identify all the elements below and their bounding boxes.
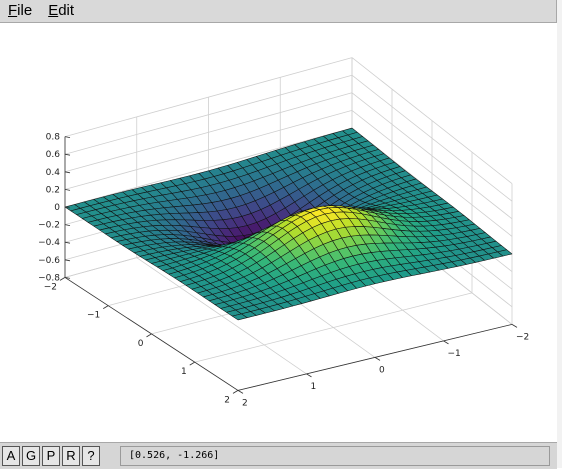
menu-edit-rest: dit <box>58 2 75 19</box>
z-tick-mark <box>64 136 71 138</box>
x-tick-label: 2 <box>224 395 230 405</box>
menu-file[interactable]: File <box>0 0 40 22</box>
y-tick-mark <box>443 340 449 345</box>
x-tick-mark <box>146 333 152 338</box>
toolbar-button-help[interactable]: ? <box>82 446 100 466</box>
z-tick-label: −0.6 <box>38 256 60 266</box>
x-tick-label: −1 <box>87 311 100 321</box>
z-tick-mark <box>64 259 71 262</box>
z-tick-label: −0.2 <box>38 221 60 231</box>
z-tick-mark <box>64 171 71 174</box>
x-tick-label: 1 <box>181 367 187 377</box>
y-tick-mark <box>306 373 312 378</box>
y-tick-label: −1 <box>448 349 461 359</box>
menu-file-rest: ile <box>17 2 33 19</box>
y-tick-mark <box>374 357 381 361</box>
x-tick-label: −2 <box>44 282 57 292</box>
menu-bar: File Edit <box>0 0 557 23</box>
z-tick-mark <box>64 189 71 191</box>
y-tick-mark <box>237 390 244 394</box>
y-tick-label: 2 <box>242 398 248 408</box>
menu-file-mnemonic: F <box>8 2 18 19</box>
x-tick-mark <box>103 305 109 309</box>
z-tick-label: −0.4 <box>38 238 60 248</box>
toolbar-button-g[interactable]: G <box>22 446 40 466</box>
z-tick-label: 0.8 <box>46 133 61 143</box>
plot-area[interactable]: 0.8 0.6 0.4 0.2 0 −0.2 −0.4 −0.6 −0.8 −2 −1 0 1 2 −2 −1… <box>0 23 557 442</box>
x-tick-mark <box>232 390 239 394</box>
x-tick-label: 0 <box>138 339 144 349</box>
toolbar-button-p[interactable]: P <box>42 446 60 466</box>
z-tick-label: 0 <box>54 203 60 213</box>
z-tick-label: 0.4 <box>46 168 61 178</box>
menu-edit-mnemonic: E <box>48 2 59 19</box>
z-tick-label: 0.2 <box>46 185 60 195</box>
z-tick-mark <box>64 224 71 226</box>
z-tick-mark <box>64 153 71 156</box>
y-tick-label: −2 <box>516 332 529 342</box>
toolbar-button-r[interactable]: R <box>62 446 80 466</box>
y-tick-label: 0 <box>379 365 385 375</box>
x-tick-mark <box>59 277 66 281</box>
bottom-toolbar: A G P R ? [0.526, -1.266] <box>0 442 557 469</box>
window-edge <box>557 0 562 468</box>
y-tick-mark <box>511 324 518 328</box>
y-tick-label: 1 <box>311 382 317 392</box>
surface-plot[interactable]: 0.80.60.40.20−0.2−0.4−0.6−0.8−2−1012−2−1… <box>0 23 557 442</box>
toolbar-button-a[interactable]: A <box>2 446 20 466</box>
z-tick-label: 0.6 <box>46 150 61 160</box>
menu-edit[interactable]: Edit <box>40 0 82 22</box>
x-tick-mark <box>189 361 195 366</box>
z-tick-mark <box>64 241 71 244</box>
coordinate-readout: [0.526, -1.266] <box>120 446 550 466</box>
